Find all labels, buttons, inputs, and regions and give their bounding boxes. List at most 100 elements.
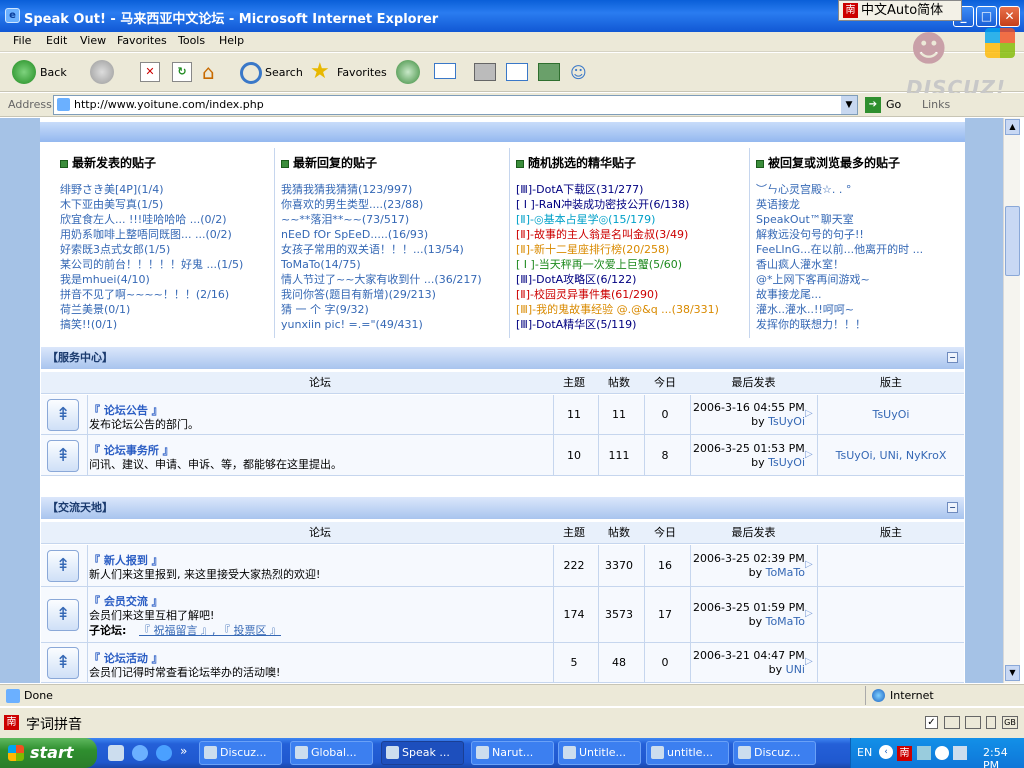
- scroll-up-icon[interactable]: ▲: [1005, 119, 1020, 135]
- search-icon[interactable]: [240, 62, 262, 84]
- thread-link[interactable]: 我是mhuei(4/10): [60, 272, 278, 287]
- quicklaunch-media-icon[interactable]: [156, 745, 172, 761]
- thread-link[interactable]: 荷兰美景(0/1): [60, 302, 278, 317]
- menu-help[interactable]: Help: [219, 34, 244, 47]
- go-button-label[interactable]: Go: [886, 98, 901, 111]
- collapse-icon[interactable]: −: [947, 352, 958, 363]
- thread-link[interactable]: [Ⅱ]-校园灵异事件集(61/290): [516, 287, 746, 302]
- moderators[interactable]: TsUyOi, UNi, NyKroX: [818, 449, 964, 462]
- last-post-time[interactable]: 2006-3-21 04:47 PM: [693, 649, 811, 662]
- favorites-star-icon[interactable]: ★: [310, 59, 330, 84]
- start-button[interactable]: start: [0, 738, 97, 768]
- thread-link[interactable]: [Ⅲ]-DotA攻略区(6/122): [516, 272, 746, 287]
- ime-floating-indicator[interactable]: 南中文Auto简体: [838, 0, 962, 21]
- tray-messenger-icon[interactable]: [935, 746, 949, 760]
- ime-pane-icon[interactable]: [986, 716, 996, 729]
- menu-favorites[interactable]: Favorites: [117, 34, 167, 47]
- last-post-time[interactable]: 2006-3-25 02:39 PM: [693, 552, 811, 565]
- menu-file[interactable]: File: [13, 34, 31, 47]
- thread-link[interactable]: 情人节过了~~大家有收到什 ...(36/217): [281, 272, 499, 287]
- thread-link[interactable]: yunxiin pic! =.="(49/431): [281, 317, 499, 332]
- last-post-author[interactable]: ToMaTo: [766, 615, 805, 628]
- thread-link[interactable]: 故事接龙尾...: [756, 287, 946, 302]
- refresh-icon[interactable]: ↻: [172, 62, 192, 82]
- thread-link[interactable]: 猜 一 个 字(9/32): [281, 302, 499, 317]
- thread-link[interactable]: ︶ㄣ心灵宫殿☆. . °: [756, 182, 946, 197]
- thread-link[interactable]: ~~**落泪**~~(73/517): [281, 212, 499, 227]
- thread-link[interactable]: [ I ]-RaN冲装成功密技公开(6/138): [516, 197, 746, 212]
- edit-icon[interactable]: [506, 63, 528, 81]
- taskbar-button[interactable]: Global...: [290, 741, 373, 765]
- ime-check-icon[interactable]: ✓: [925, 716, 938, 729]
- taskbar-button[interactable]: Untitle...: [558, 741, 641, 765]
- tray-ime-icon[interactable]: 南: [897, 746, 912, 761]
- mail-icon[interactable]: [434, 63, 456, 79]
- last-post-time[interactable]: 2006-3-16 04:55 PM: [693, 401, 811, 414]
- thread-link[interactable]: 搞笑!!(0/1): [60, 317, 278, 332]
- category-header[interactable]: 【交流天地】 −: [41, 497, 964, 519]
- back-button-label[interactable]: Back: [40, 66, 67, 79]
- thread-link[interactable]: 你喜欢的男生类型....(23/88): [281, 197, 499, 212]
- print-icon[interactable]: [474, 63, 496, 81]
- thread-link[interactable]: nEeD fOr SpEeD.....(16/93): [281, 227, 499, 242]
- last-post-time[interactable]: 2006-3-25 01:59 PM: [693, 601, 811, 614]
- thread-link[interactable]: FeeLInG...在以前...他离开的时 ...: [756, 242, 946, 257]
- gb-icon[interactable]: GB: [1002, 716, 1018, 729]
- menu-tools[interactable]: Tools: [178, 34, 205, 47]
- thread-link[interactable]: 好索既3点式女郎(1/5): [60, 242, 278, 257]
- ime-mode-text[interactable]: 字词拼音: [26, 714, 82, 734]
- thread-link[interactable]: 我猜我猜我猜猜(123/997): [281, 182, 499, 197]
- thread-link[interactable]: 某公司的前台！！！！！好鬼 ...(1/5): [60, 257, 278, 272]
- quicklaunch-ie-icon[interactable]: [132, 745, 148, 761]
- ime-bar-icon[interactable]: 南: [4, 715, 19, 730]
- forward-arrow-icon[interactable]: [90, 60, 114, 84]
- thread-link[interactable]: 用奶系咖啡上整唔同既图... ...(0/2): [60, 227, 278, 242]
- last-post-author[interactable]: TsUyOi: [768, 456, 805, 469]
- moderators[interactable]: TsUyOi: [818, 408, 964, 421]
- thread-link[interactable]: 发挥你的联想力！！！: [756, 317, 946, 332]
- ime-option-icon[interactable]: [965, 716, 981, 729]
- back-arrow-icon[interactable]: [12, 60, 36, 84]
- thread-link[interactable]: ToMaTo(14/75): [281, 257, 499, 272]
- thread-link[interactable]: SpeakOut™聊天室: [756, 212, 946, 227]
- thread-link[interactable]: 绯野さき美[4P](1/4): [60, 182, 278, 197]
- tray-arrow-icon[interactable]: ‹: [879, 745, 893, 759]
- last-post-author[interactable]: UNi: [786, 663, 805, 676]
- thread-link[interactable]: 解救远没句号的句子!!: [756, 227, 946, 242]
- vertical-scrollbar[interactable]: ▲ ▼: [1003, 118, 1020, 683]
- lang-indicator[interactable]: EN: [857, 746, 872, 759]
- thread-link[interactable]: [Ⅱ]-新十二星座排行榜(20/258): [516, 242, 746, 257]
- last-post-arrow-icon[interactable]: ▷: [805, 608, 813, 619]
- thread-link[interactable]: 香山疯人灌水室！: [756, 257, 946, 272]
- last-post-arrow-icon[interactable]: ▷: [805, 656, 813, 667]
- last-post-arrow-icon[interactable]: ▷: [805, 408, 813, 419]
- favorites-button-label[interactable]: Favorites: [337, 66, 387, 79]
- last-post-author[interactable]: TsUyOi: [768, 415, 805, 428]
- tray-volume-icon[interactable]: [953, 746, 967, 760]
- thread-link[interactable]: [Ⅲ]-DotA精华区(5/119): [516, 317, 746, 332]
- discuss-icon[interactable]: [538, 63, 560, 81]
- thread-link[interactable]: 欣宜食左人... !!!哇哈哈哈 ...(0/2): [60, 212, 278, 227]
- home-icon[interactable]: ⌂: [202, 61, 224, 83]
- quicklaunch-more-icon[interactable]: »: [180, 744, 187, 758]
- scroll-down-icon[interactable]: ▼: [1005, 665, 1020, 681]
- menu-edit[interactable]: Edit: [46, 34, 67, 47]
- category-header[interactable]: 【服务中心】 −: [41, 347, 964, 369]
- last-post-arrow-icon[interactable]: ▷: [805, 449, 813, 460]
- address-dropdown-icon[interactable]: ▼: [841, 96, 857, 114]
- scroll-thumb[interactable]: [1005, 206, 1020, 276]
- stop-icon-glyph[interactable]: ✕: [140, 62, 160, 82]
- taskbar-button[interactable]: untitle...: [646, 741, 729, 765]
- thread-link[interactable]: [Ⅲ]-我的鬼故事经验 @.@&q ...(38/331): [516, 302, 746, 317]
- thread-link[interactable]: [Ⅱ]-故事的主人翁是名叫金叔(3/49): [516, 227, 746, 242]
- last-post-arrow-icon[interactable]: ▷: [805, 559, 813, 570]
- links-label[interactable]: Links: [922, 98, 950, 111]
- taskbar-button[interactable]: Narut...: [471, 741, 554, 765]
- thread-link[interactable]: 拼音不见了啊~~~~！！！(2/16): [60, 287, 278, 302]
- thread-link[interactable]: [Ⅱ]-◎基本占星学◎(15/179): [516, 212, 746, 227]
- address-input[interactable]: http://www.yoitune.com/index.php ▼: [53, 95, 858, 115]
- quicklaunch-desktop-icon[interactable]: [108, 745, 124, 761]
- messenger-icon[interactable]: ☺: [570, 63, 592, 82]
- thread-link[interactable]: 女孩子常用的双关语！！！...(13/54): [281, 242, 499, 257]
- last-post-time[interactable]: 2006-3-25 01:53 PM: [693, 442, 811, 455]
